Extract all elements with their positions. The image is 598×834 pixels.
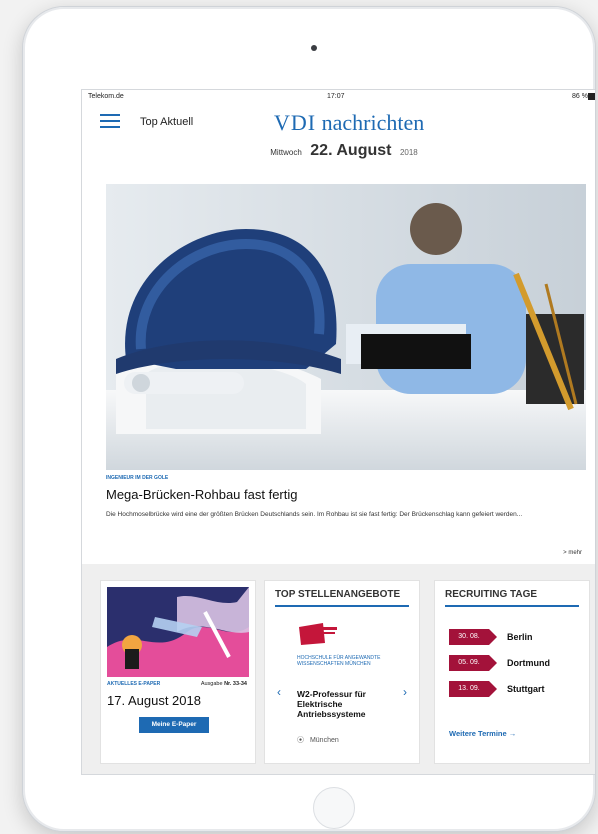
jobs-card[interactable]: TOP STELLENANGEBOTE HOCHSCHULE FÜR ANGEW… [264, 580, 420, 764]
lead-article-headline[interactable]: Mega-Brücken-Rohbau fast fertig [106, 487, 297, 502]
clock: 17:07 [327, 93, 345, 100]
section-title[interactable]: Top Aktuell [140, 116, 193, 128]
chevron-right-icon[interactable]: › [403, 685, 407, 699]
lead-article-kicker: INGENIEUR IM DER GOLE [106, 475, 169, 481]
epaper-date: 17. August 2018 [107, 693, 201, 708]
job-location: ⦿ München [297, 737, 339, 744]
recruiting-card[interactable]: RECRUITING TAGE 30. 08. Berlin 05. 09. D… [434, 580, 590, 764]
front-camera [311, 45, 317, 51]
my-epaper-button[interactable]: Meine E-Paper [139, 717, 209, 733]
tablet-device: Telekom.de 17:07 86 % Top Aktuell VDI na… [22, 6, 596, 832]
status-bar: Telekom.de 17:07 86 % [82, 90, 595, 104]
vdi-nachrichten-logo[interactable]: VDI nachrichten [274, 110, 424, 136]
epaper-card[interactable]: AKTUELLES E-PAPER Ausgabe Nr. 33-34 17. … [100, 580, 256, 764]
day-month: 22. August [310, 142, 392, 159]
event-city: Berlin [507, 632, 533, 642]
epaper-kicker: AKTUELLES E-PAPER [107, 681, 161, 687]
job-title[interactable]: W2-Professur für Elektrische Antriebssys… [297, 689, 393, 719]
employer-logo [297, 621, 339, 647]
event-item[interactable]: 30. 08. Berlin [449, 629, 589, 645]
location-pin-icon: ⦿ [297, 737, 304, 744]
event-date: 30. 08. [449, 629, 497, 645]
employer-name: HOCHSCHULE FÜR ANGEWANDTE WISSENSCHAFTEN… [297, 655, 381, 667]
chevron-left-icon[interactable]: ‹ [277, 685, 281, 699]
event-date: 13. 09. [449, 681, 497, 697]
home-button[interactable] [313, 787, 355, 829]
dateline: Mittwoch 22. August 2018 [82, 142, 595, 160]
weekday: Mittwoch [270, 148, 302, 157]
more-link[interactable]: > mehr [563, 550, 582, 556]
event-city: Dortmund [507, 658, 550, 668]
top-navigation: Top Aktuell VDI nachrichten [82, 104, 595, 136]
hamburger-menu-icon[interactable] [100, 114, 120, 128]
battery-percent: 86 % [572, 93, 588, 100]
title-underline [445, 605, 579, 607]
event-item[interactable]: 13. 09. Stuttgart [449, 681, 589, 697]
more-dates-link[interactable]: Weitere Termine → [449, 729, 516, 738]
event-item[interactable]: 05. 09. Dortmund [449, 655, 589, 671]
epaper-cover-image[interactable] [107, 587, 249, 677]
battery-icon [588, 93, 595, 100]
year: 2018 [399, 148, 418, 157]
recruiting-title: RECRUITING TAGE [445, 589, 538, 600]
jobs-title: TOP STELLENANGEBOTE [275, 589, 401, 600]
cards-section: AKTUELLES E-PAPER Ausgabe Nr. 33-34 17. … [82, 564, 595, 774]
issue-number: Ausgabe Nr. 33-34 [200, 681, 247, 687]
title-underline [275, 605, 409, 607]
lead-article-teaser: Die Hochmoselbrücke wird eine der größte… [106, 511, 523, 518]
event-city: Stuttgart [507, 684, 545, 694]
event-date: 05. 09. [449, 655, 497, 671]
carrier-text: Telekom.de [88, 93, 124, 100]
lead-article-image[interactable] [106, 184, 586, 470]
app-screen: Telekom.de 17:07 86 % Top Aktuell VDI na… [81, 89, 595, 775]
